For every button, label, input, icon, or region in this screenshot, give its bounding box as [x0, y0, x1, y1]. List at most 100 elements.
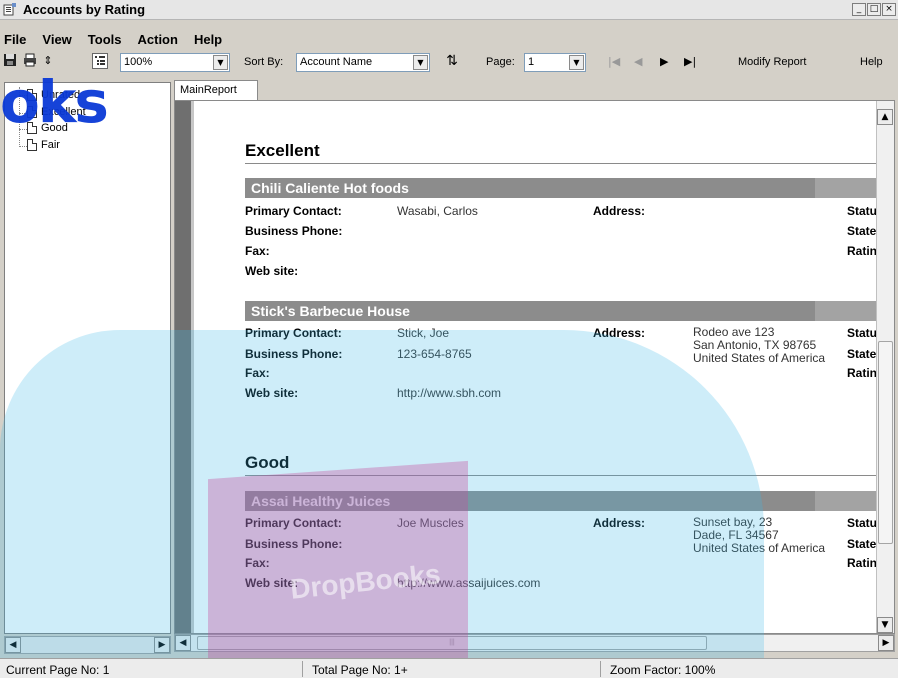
menu-tools[interactable]: Tools: [88, 32, 122, 47]
save-icon[interactable]: [2, 53, 18, 69]
page-select[interactable]: 1 ▼: [524, 53, 586, 72]
sort-value: Account Name: [300, 56, 373, 68]
primary-contact-value: Joe Muscles: [397, 516, 464, 530]
scroll-down-icon[interactable]: ▼: [877, 617, 893, 633]
tree-item-label: Unrated: [41, 89, 81, 101]
app-icon: [3, 2, 16, 15]
tree-item-excellent[interactable]: Excellent: [27, 104, 86, 120]
first-page-icon[interactable]: |◀: [608, 55, 620, 68]
zoom-status: Zoom Factor: 100%: [610, 663, 716, 677]
primary-contact-label: Primary Contact:: [245, 204, 342, 218]
print-icon[interactable]: [22, 53, 38, 69]
chevron-down-icon[interactable]: ▼: [413, 55, 428, 70]
sort-select[interactable]: Account Name ▼: [296, 53, 430, 72]
tree-item-label: Excellent: [41, 106, 86, 118]
account-header: Assai Healthy Juices: [245, 491, 879, 511]
primary-contact-value: Stick, Joe: [397, 326, 450, 340]
document-icon: [27, 122, 37, 134]
divider: [245, 475, 879, 476]
total-page-status: Total Page No: 1+: [312, 663, 408, 677]
account-name: Assai Healthy Juices: [251, 493, 391, 509]
help-button[interactable]: Help: [860, 56, 883, 68]
menu-help[interactable]: Help: [194, 32, 222, 47]
web-site-value[interactable]: http://www.assaijuices.com: [397, 576, 540, 590]
tree-item-unrated[interactable]: Unrated: [27, 87, 80, 103]
primary-contact-label: Primary Contact:: [245, 516, 342, 530]
zoom-value: 100%: [124, 56, 153, 68]
address-line: United States of America: [693, 541, 826, 555]
menu-file[interactable]: File: [4, 32, 26, 47]
scroll-right-icon[interactable]: ▶: [154, 637, 170, 653]
tree-item-good[interactable]: Good: [27, 120, 68, 136]
group-heading-good: Good: [245, 453, 290, 472]
tree-toggle-icon[interactable]: [92, 53, 108, 69]
divider: [245, 163, 879, 164]
scroll-up-icon[interactable]: ▲: [877, 109, 893, 125]
menu-view[interactable]: View: [42, 32, 71, 47]
group-tree: Unrated Excellent Good Fair: [4, 82, 171, 634]
fax-label: Fax:: [245, 556, 270, 570]
report-horizontal-scrollbar[interactable]: ◀ ||| ▶: [174, 634, 895, 652]
status-label: Statu: [847, 204, 877, 218]
document-icon: [27, 89, 37, 101]
report-vertical-scrollbar[interactable]: ▲ ▼: [876, 101, 894, 633]
page-value: 1: [528, 56, 535, 68]
toolbar: ⇕ 100% ▼ Sort By: Account Name ▼ ⇅ Page:…: [0, 50, 898, 76]
chevron-down-icon[interactable]: ▼: [213, 55, 228, 70]
next-page-icon[interactable]: ▶: [660, 55, 668, 68]
chevron-down-icon[interactable]: ▼: [569, 55, 584, 70]
group-heading-excellent: Excellent: [245, 141, 320, 160]
state-label: State: [847, 537, 877, 551]
zoom-select[interactable]: 100% ▼: [120, 53, 230, 72]
scroll-thumb[interactable]: |||: [197, 636, 707, 650]
business-phone-label: Business Phone:: [245, 537, 343, 551]
fax-label: Fax:: [245, 366, 270, 380]
tree-item-fair[interactable]: Fair: [27, 137, 60, 153]
status-bar: Current Page No: 1 Total Page No: 1+ Zoo…: [0, 658, 898, 678]
refresh-icon[interactable]: ⇕: [40, 53, 56, 69]
web-site-label: Web site:: [245, 576, 299, 590]
rating-label: Ratin: [847, 244, 877, 258]
menu-bar: File View Tools Action Help: [0, 30, 238, 48]
address-value: Sunset bay, 23 Dade, FL 34567 United Sta…: [693, 516, 843, 555]
sort-direction-icon[interactable]: ⇅: [444, 53, 460, 69]
account-name: Chili Caliente Hot foods: [251, 180, 409, 196]
business-phone-value: 123-654-8765: [397, 347, 472, 361]
scroll-left-icon[interactable]: ◀: [5, 637, 21, 653]
sort-label: Sort By:: [244, 56, 284, 68]
account-header: Chili Caliente Hot foods: [245, 178, 879, 198]
primary-contact-label: Primary Contact:: [245, 326, 342, 340]
scroll-left-icon[interactable]: ◀: [175, 635, 191, 651]
title-bar: Accounts by Rating _ □ ×: [0, 0, 898, 20]
report-viewer: Excellent Chili Caliente Hot foods Prima…: [174, 100, 895, 634]
web-site-label: Web site:: [245, 386, 299, 400]
scroll-right-icon[interactable]: ▶: [878, 635, 894, 651]
minimize-button[interactable]: _: [852, 3, 866, 16]
business-phone-label: Business Phone:: [245, 224, 343, 238]
address-label: Address:: [593, 326, 646, 340]
primary-contact-value: Wasabi, Carlos: [397, 204, 478, 218]
tab-mainreport[interactable]: MainReport: [174, 80, 258, 100]
account-header: Stick's Barbecue House: [245, 301, 879, 321]
status-label: Statu: [847, 326, 877, 340]
window-title: Accounts by Rating: [23, 2, 146, 17]
document-icon: [27, 106, 37, 118]
tree-horizontal-scrollbar[interactable]: ◀ ▶: [4, 636, 171, 654]
close-button[interactable]: ×: [882, 3, 896, 16]
status-label: Statu: [847, 516, 877, 530]
last-page-icon[interactable]: ▶|: [684, 55, 696, 68]
web-site-value[interactable]: http://www.sbh.com: [397, 386, 501, 400]
rating-label: Ratin: [847, 556, 877, 570]
address-label: Address:: [593, 204, 646, 218]
modify-report-button[interactable]: Modify Report: [738, 56, 806, 68]
restore-button[interactable]: □: [867, 3, 881, 16]
previous-page-icon[interactable]: ◀: [634, 55, 642, 68]
web-site-label: Web site:: [245, 264, 299, 278]
rating-label: Ratin: [847, 366, 877, 380]
address-line: United States of America: [693, 351, 826, 365]
document-icon: [27, 139, 37, 151]
scroll-thumb[interactable]: [878, 341, 893, 544]
fax-label: Fax:: [245, 244, 270, 258]
state-label: State: [847, 347, 877, 361]
menu-action[interactable]: Action: [138, 32, 178, 47]
